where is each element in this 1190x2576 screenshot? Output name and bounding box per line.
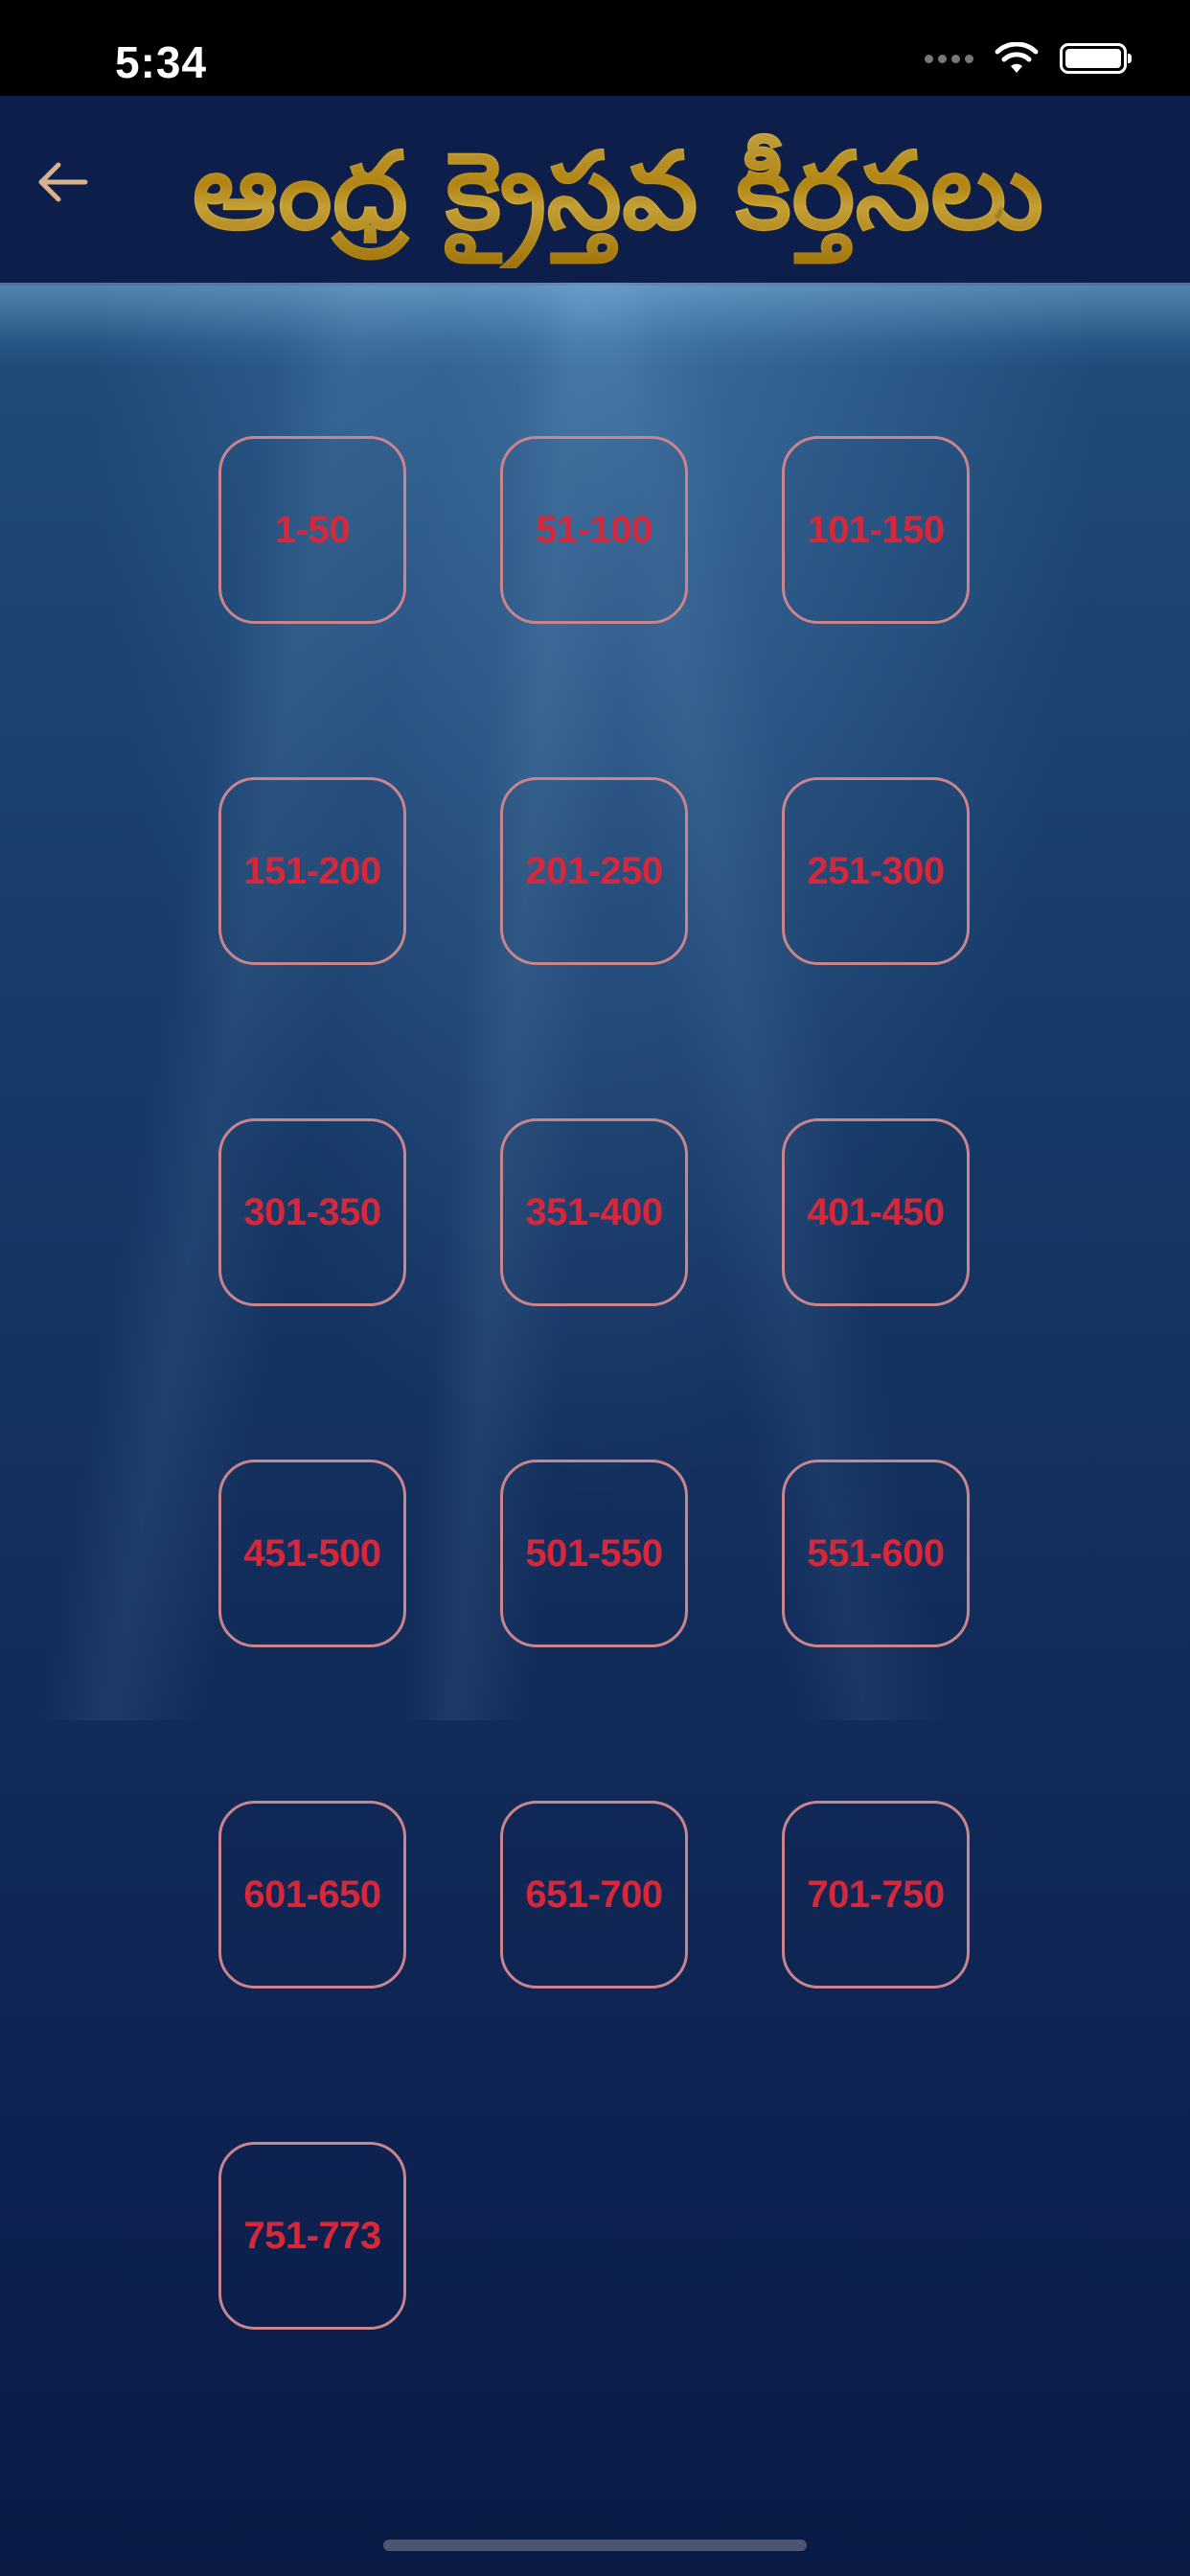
arrow-left-icon — [38, 162, 88, 202]
home-indicator[interactable] — [383, 2540, 807, 2551]
range-tile-label: 351-400 — [525, 1190, 663, 1233]
range-tile-label: 751-773 — [243, 2214, 381, 2257]
range-tile-label: 601-650 — [243, 1873, 381, 1916]
range-tile-label: 51-100 — [536, 508, 652, 551]
range-tile[interactable]: 151-200 — [218, 777, 406, 965]
range-tile[interactable]: 251-300 — [782, 777, 970, 965]
battery-icon — [1060, 43, 1132, 74]
range-tile[interactable]: 351-400 — [500, 1118, 688, 1306]
range-tile[interactable]: 1-50 — [218, 436, 406, 624]
range-tile[interactable]: 101-150 — [782, 436, 970, 624]
app-header: ఆంధ్ర క్రైస్తవ కీర్తనలు — [0, 96, 1190, 286]
range-grid: 1-50 51-100 101-150 151-200 201-250 251-300 30… — [218, 436, 972, 2330]
range-tile-label: 701-750 — [807, 1873, 945, 1916]
back-button[interactable] — [29, 153, 96, 220]
range-tile[interactable]: 201-250 — [500, 777, 688, 965]
range-tile-label: 151-200 — [243, 849, 381, 892]
status-time: 5:34 — [115, 37, 208, 87]
range-tile[interactable]: 451-500 — [218, 1460, 406, 1647]
range-tile-label: 501-550 — [525, 1531, 663, 1575]
range-tile[interactable]: 751-773 — [218, 2142, 406, 2330]
range-tile[interactable]: 651-700 — [500, 1801, 688, 1989]
range-tile-label: 651-700 — [525, 1873, 663, 1916]
range-tile[interactable]: 701-750 — [782, 1801, 970, 1989]
range-tile-label: 551-600 — [807, 1531, 945, 1575]
status-icons — [925, 42, 1132, 75]
range-tile[interactable]: 501-550 — [500, 1460, 688, 1647]
range-tile-label: 1-50 — [274, 508, 351, 551]
range-tile[interactable]: 301-350 — [218, 1118, 406, 1306]
page-title: ఆంధ్ర క్రైస్తవ కీర్తనలు — [120, 115, 1116, 268]
range-tile-label: 401-450 — [807, 1190, 945, 1233]
range-tile-label: 301-350 — [243, 1190, 381, 1233]
range-tile-label: 451-500 — [243, 1531, 381, 1575]
water-surface-decoration — [0, 283, 1190, 369]
wifi-icon — [995, 42, 1039, 73]
range-tile[interactable]: 401-450 — [782, 1118, 970, 1306]
cellular-signal-icon — [925, 54, 973, 63]
range-tile[interactable]: 51-100 — [500, 436, 688, 624]
status-bar: 5:34 — [0, 0, 1190, 96]
range-tile[interactable]: 551-600 — [782, 1460, 970, 1647]
range-tile[interactable]: 601-650 — [218, 1801, 406, 1989]
range-tile-label: 201-250 — [525, 849, 663, 892]
range-tile-label: 101-150 — [807, 508, 945, 551]
range-tile-label: 251-300 — [807, 849, 945, 892]
app-screen: 5:34 ఆంధ్ర క్రైస్తవ కీర్తనలు 1-50 51-100… — [0, 0, 1190, 2576]
